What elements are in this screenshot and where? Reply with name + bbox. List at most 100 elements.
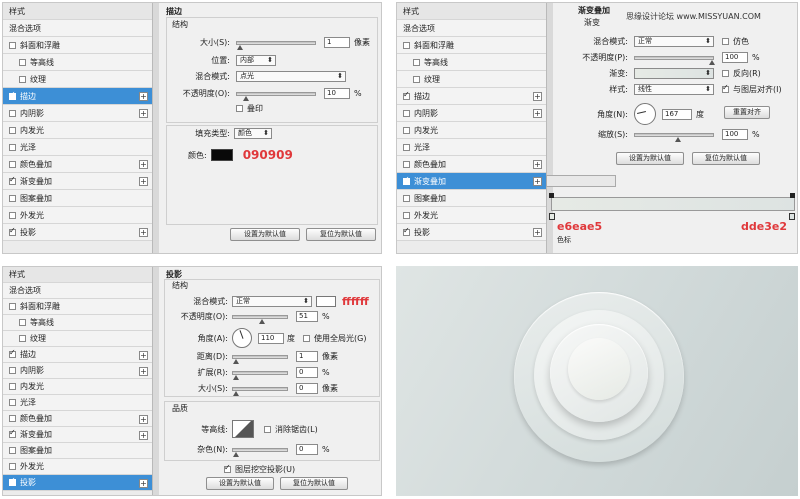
contour-picker[interactable] bbox=[232, 420, 254, 438]
sidebar-item-inner-shadow[interactable]: 内阴影 + bbox=[397, 105, 546, 122]
plus-icon[interactable]: + bbox=[139, 415, 148, 424]
opacity-stop-right-icon[interactable] bbox=[790, 193, 795, 198]
checkbox[interactable] bbox=[403, 175, 410, 185]
opacity-slider[interactable] bbox=[236, 91, 316, 101]
noise-input[interactable]: 0 bbox=[296, 444, 318, 455]
angle-input[interactable]: 110 bbox=[258, 332, 284, 344]
plus-icon[interactable]: + bbox=[533, 109, 542, 118]
checkbox[interactable] bbox=[403, 211, 410, 219]
checkbox[interactable] bbox=[9, 160, 16, 168]
sidebar-item-inner-shadow[interactable]: 内阴影 + bbox=[3, 105, 152, 122]
sidebar-styles[interactable]: 样式 bbox=[3, 267, 152, 283]
opacity-slider[interactable] bbox=[232, 314, 288, 324]
sidebar-item-satin[interactable]: 光泽 bbox=[3, 395, 152, 411]
reset-default-button[interactable]: 复位为默认值 bbox=[280, 477, 348, 490]
slider-knob[interactable] bbox=[237, 44, 243, 50]
checkbox[interactable] bbox=[19, 335, 26, 342]
blend-select[interactable]: 正常 bbox=[634, 36, 714, 47]
size-input[interactable]: 1 bbox=[324, 37, 350, 48]
slider-knob[interactable] bbox=[233, 390, 239, 396]
sidebar-item-gradient-overlay[interactable]: 渐变叠加+ bbox=[397, 173, 546, 190]
slider-knob[interactable] bbox=[233, 451, 239, 457]
checkbox[interactable] bbox=[403, 160, 410, 168]
sidebar-item-pattern-overlay[interactable]: 图案叠加 bbox=[397, 190, 546, 207]
checkbox[interactable] bbox=[403, 109, 410, 117]
sidebar-blend-options[interactable]: 混合选项 bbox=[3, 20, 152, 37]
checkbox[interactable] bbox=[9, 399, 16, 406]
slider-knob[interactable] bbox=[259, 318, 265, 324]
sidebar-item-color-overlay[interactable]: 颜色叠加 + bbox=[3, 411, 152, 427]
color-stop-right-icon[interactable] bbox=[789, 213, 795, 220]
angle-input[interactable]: 167 bbox=[662, 108, 692, 120]
reset-default-button[interactable]: 复位为默认值 bbox=[306, 228, 376, 241]
gradient-bar[interactable] bbox=[551, 197, 795, 211]
size-slider[interactable] bbox=[232, 386, 288, 396]
slider-knob[interactable] bbox=[243, 95, 249, 101]
checkbox[interactable] bbox=[19, 319, 26, 326]
opacity-stop-left-icon[interactable] bbox=[549, 193, 554, 198]
size-input[interactable]: 0 bbox=[296, 383, 318, 394]
plus-icon[interactable]: + bbox=[533, 92, 542, 101]
opacity-input[interactable]: 10 bbox=[324, 88, 350, 99]
checkbox[interactable] bbox=[9, 175, 16, 185]
scale-input[interactable]: 100 bbox=[722, 129, 748, 140]
checkbox[interactable] bbox=[403, 143, 410, 151]
checkbox[interactable] bbox=[9, 447, 16, 454]
slider-knob[interactable] bbox=[709, 59, 715, 65]
sidebar-item-contour[interactable]: 等高线 bbox=[3, 54, 152, 71]
make-default-button[interactable]: 设置为默认值 bbox=[206, 477, 274, 490]
reset-default-button[interactable]: 复位为默认值 bbox=[692, 152, 760, 165]
gradient-picker[interactable] bbox=[634, 68, 714, 79]
checkbox[interactable] bbox=[9, 109, 16, 117]
sidebar-item-pattern-overlay[interactable]: 图案叠加 bbox=[3, 443, 152, 459]
plus-icon[interactable]: + bbox=[533, 160, 542, 169]
sidebar-item-contour[interactable]: 等高线 bbox=[3, 315, 152, 331]
shadow-color-swatch[interactable] bbox=[316, 296, 336, 307]
checkbox[interactable] bbox=[403, 194, 410, 202]
plus-icon[interactable]: + bbox=[139, 109, 148, 118]
make-default-button[interactable]: 设置为默认值 bbox=[616, 152, 684, 165]
checkbox[interactable] bbox=[9, 428, 16, 438]
sidebar-item-satin[interactable]: 光泽 bbox=[3, 139, 152, 156]
blend-select[interactable]: 点光 bbox=[236, 71, 346, 82]
sidebar-item-gradient-overlay[interactable]: 渐变叠加+ bbox=[3, 427, 152, 443]
slider-knob[interactable] bbox=[233, 358, 239, 364]
plus-icon[interactable]: + bbox=[139, 431, 148, 440]
checkbox[interactable] bbox=[9, 476, 16, 486]
sidebar-item-inner-glow[interactable]: 内发光 bbox=[3, 379, 152, 395]
plus-icon[interactable]: + bbox=[139, 92, 148, 101]
sidebar-item-stroke[interactable]: 描边+ bbox=[3, 347, 152, 363]
plus-icon[interactable]: + bbox=[533, 228, 542, 237]
fill-type-select[interactable]: 颜色 bbox=[234, 128, 272, 139]
style-select[interactable]: 线性 bbox=[634, 84, 714, 95]
spread-slider[interactable] bbox=[232, 370, 288, 380]
sidebar-item-bevel[interactable]: 斜面和浮雕 bbox=[3, 37, 152, 54]
size-slider[interactable] bbox=[236, 40, 316, 50]
overprint-checkbox[interactable] bbox=[236, 105, 243, 112]
checkbox[interactable] bbox=[413, 58, 420, 66]
checkbox[interactable] bbox=[9, 41, 16, 49]
position-select[interactable]: 内部 bbox=[236, 55, 276, 66]
scale-slider[interactable] bbox=[634, 132, 714, 142]
checkbox[interactable] bbox=[9, 211, 16, 219]
antialias-checkbox[interactable] bbox=[264, 425, 271, 433]
sidebar-item-outer-glow[interactable]: 外发光 bbox=[397, 207, 546, 224]
checkbox[interactable] bbox=[19, 58, 26, 66]
slider-knob[interactable] bbox=[233, 374, 239, 380]
blend-select[interactable]: 正常 bbox=[232, 296, 312, 307]
sidebar-item-drop-shadow[interactable]: 投影+ bbox=[3, 475, 152, 491]
checkbox[interactable] bbox=[9, 226, 16, 236]
plus-icon[interactable]: + bbox=[139, 367, 148, 376]
sidebar-item-texture[interactable]: 纹理 bbox=[3, 331, 152, 347]
plus-icon[interactable]: + bbox=[139, 351, 148, 360]
checkbox[interactable] bbox=[403, 226, 410, 236]
sidebar-item-pattern-overlay[interactable]: 图案叠加 bbox=[3, 190, 152, 207]
checkbox[interactable] bbox=[9, 303, 16, 310]
checkbox[interactable] bbox=[9, 415, 16, 422]
sidebar-styles[interactable]: 样式 bbox=[397, 3, 546, 20]
checkbox[interactable] bbox=[403, 126, 410, 134]
sidebar-item-satin[interactable]: 光泽 bbox=[397, 139, 546, 156]
angle-dial[interactable] bbox=[232, 328, 252, 348]
distance-input[interactable]: 1 bbox=[296, 351, 318, 362]
sidebar-item-drop-shadow[interactable]: 投影+ bbox=[3, 224, 152, 241]
